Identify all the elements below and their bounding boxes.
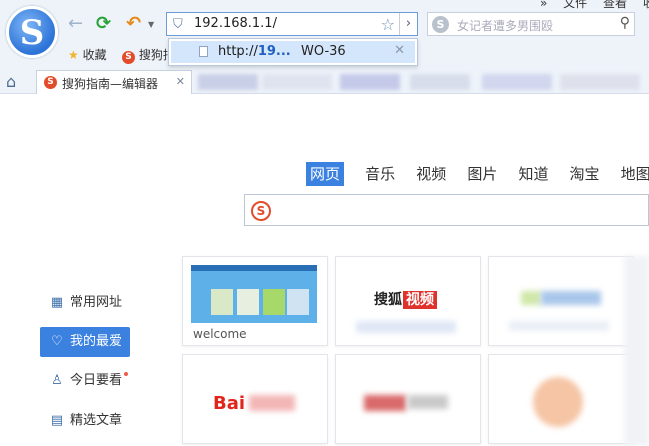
blurred-tab[interactable] <box>560 74 640 90</box>
main-search-input[interactable]: S <box>244 194 649 226</box>
tab-bar: ⌂ S 搜狗指南—编辑器 ✕ <box>0 70 649 94</box>
sogou-icon: S <box>122 51 135 64</box>
search-engine-icon[interactable]: S <box>432 16 449 33</box>
sogou-icon: S <box>44 76 57 89</box>
category-video[interactable]: 视频 <box>416 162 446 186</box>
suggestion-title: WO-36 <box>301 44 346 59</box>
person-icon: ♙ <box>51 373 63 388</box>
category-map[interactable]: 地图 <box>621 162 649 186</box>
tile-welcome[interactable]: welcome <box>182 256 328 346</box>
address-go-icon[interactable]: › <box>399 13 417 35</box>
category-zhidao[interactable]: 知道 <box>518 162 548 186</box>
menu-file[interactable]: 文件 <box>563 0 587 10</box>
bookmark-star-icon[interactable]: ☆ <box>381 15 395 34</box>
close-icon[interactable]: ✕ <box>176 75 185 88</box>
blurred-tab[interactable] <box>410 74 470 90</box>
blurred-tab[interactable] <box>340 74 400 90</box>
bookmark-sogou-guide[interactable]: S 搜狗指 <box>122 46 175 64</box>
notification-dot <box>124 372 128 376</box>
category-taobao[interactable]: 淘宝 <box>570 162 600 186</box>
back-arrow-icon[interactable]: ← <box>68 14 83 34</box>
url-input[interactable]: 192.168.1.1/ <box>194 16 277 31</box>
article-icon: ▤ <box>50 413 64 428</box>
blurred-edge <box>624 256 649 446</box>
home-icon[interactable]: ⌂ <box>6 72 16 91</box>
sidebar-item-favorites[interactable]: ♡ 我的最爱 <box>40 327 130 357</box>
site-thumbnail <box>191 265 317 323</box>
heart-icon: ♡ <box>51 334 63 349</box>
tab-sogou-guide[interactable]: S 搜狗指南—编辑器 ✕ <box>36 70 192 94</box>
tile-blurred[interactable] <box>488 256 634 346</box>
baidu-logo: Bai <box>213 393 246 414</box>
tile-label: welcome <box>193 327 247 341</box>
menu-overflow[interactable]: » <box>540 0 547 10</box>
search-icon[interactable]: ⚲ <box>620 15 630 31</box>
search-category-nav: 网页 音乐 视频 图片 知道 淘宝 地图 <box>306 162 649 186</box>
menu-collect[interactable]: 收 <box>643 0 649 10</box>
menu-view[interactable]: 查看 <box>603 0 627 10</box>
tile-blurred[interactable] <box>335 354 481 444</box>
sohu-video-logo: 搜狐 视频 <box>374 289 437 309</box>
suggestion-url: http://19... <box>218 44 291 59</box>
grid-icon: ▦ <box>50 295 64 310</box>
address-bar[interactable]: ⛉ 192.168.1.1/ ☆ › <box>166 12 418 36</box>
category-images[interactable]: 图片 <box>467 162 497 186</box>
undo-dropdown-icon[interactable]: ▼ <box>148 20 154 29</box>
menu-bar: » 文件 查看 收 <box>540 0 649 11</box>
search-placeholder: 女记者遭多男围殴 <box>457 19 554 33</box>
category-music[interactable]: 音乐 <box>365 162 395 186</box>
address-suggestion-dropdown: http://19... WO-36 ✕ <box>168 38 418 66</box>
blurred-tab[interactable] <box>482 74 552 90</box>
sogou-search-icon: S <box>251 201 271 221</box>
category-web[interactable]: 网页 <box>306 162 345 186</box>
toolbar-search-box[interactable]: S 女记者遭多男围殴 ⚲ <box>427 12 635 36</box>
tile-baidu[interactable]: Bai <box>182 354 328 444</box>
star-icon: ★ <box>68 48 79 62</box>
sidebar-item-articles[interactable]: ▤ 精选文章 <box>40 406 130 436</box>
shield-icon: ⛉ <box>173 17 183 32</box>
page-icon <box>199 46 208 57</box>
sidebar-item-today[interactable]: ♙ 今日要看 <box>40 366 130 396</box>
refresh-icon[interactable]: ⟳ <box>96 14 111 34</box>
blurred-tab[interactable] <box>262 74 332 90</box>
undo-icon[interactable]: ↶ <box>126 14 141 34</box>
bookmark-favorites[interactable]: ★ 收藏 <box>68 46 107 63</box>
suggestion-item[interactable]: http://19... WO-36 ✕ <box>171 41 415 63</box>
tile-sohu-video[interactable]: 搜狐 视频 <box>335 256 481 346</box>
tile-blurred[interactable] <box>488 354 634 444</box>
sogou-browser-logo[interactable]: S <box>6 6 58 58</box>
blurred-tab[interactable] <box>198 74 258 90</box>
sidebar-item-common-sites[interactable]: ▦ 常用网址 <box>40 288 130 318</box>
close-icon[interactable]: ✕ <box>394 43 405 58</box>
